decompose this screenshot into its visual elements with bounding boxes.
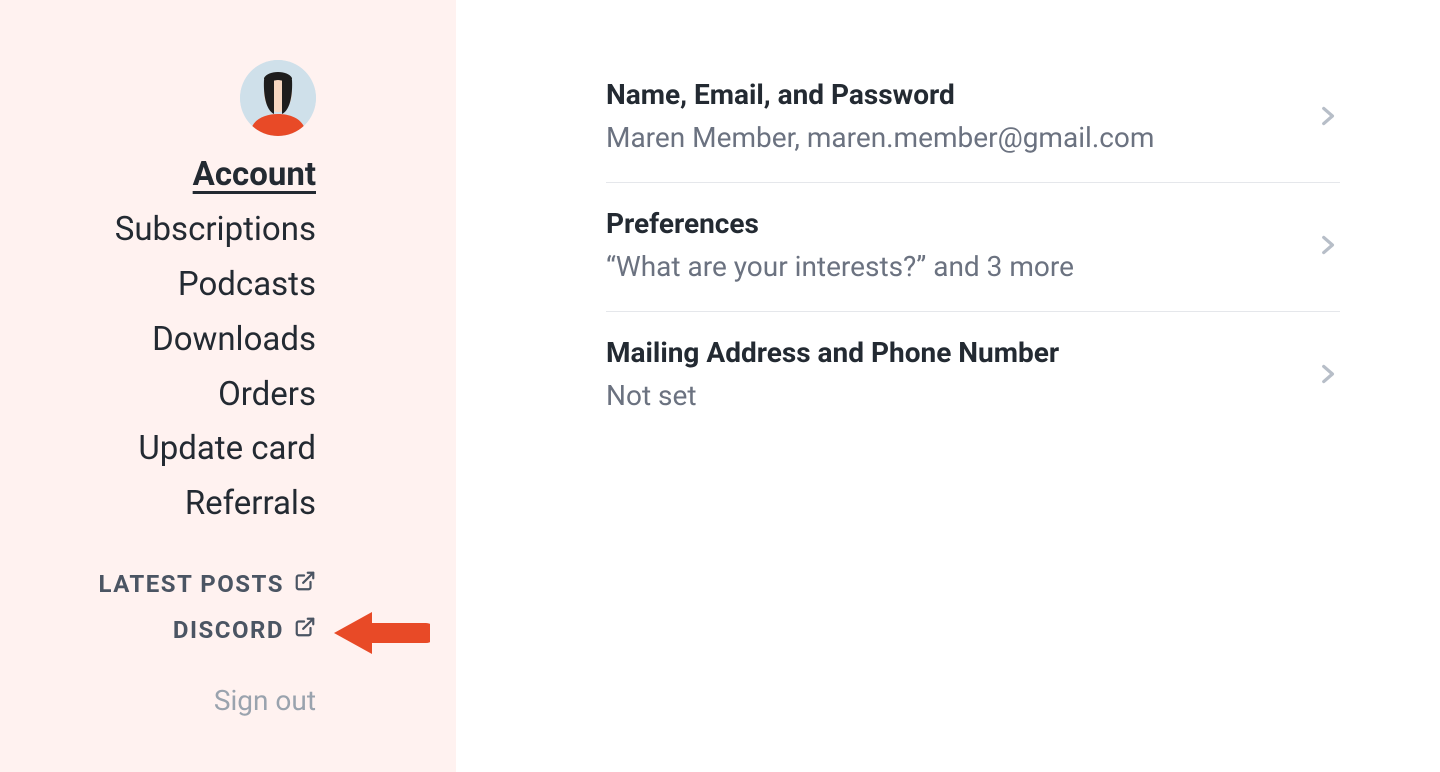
sidebar: Account Subscriptions Podcasts Downloads… <box>0 0 456 772</box>
settings-row-subtitle: Maren Member, maren.member@gmail.com <box>606 121 1154 154</box>
sign-out-link[interactable]: Sign out <box>0 684 316 717</box>
external-link-icon <box>294 616 316 644</box>
settings-row-title: Name, Email, and Password <box>606 78 1154 111</box>
settings-row-identity[interactable]: Name, Email, and Password Maren Member, … <box>606 78 1340 183</box>
chevron-right-icon <box>1314 232 1340 258</box>
avatar[interactable] <box>240 60 316 136</box>
settings-row-title: Mailing Address and Phone Number <box>606 336 1059 369</box>
external-link-discord[interactable]: DISCORD <box>173 616 316 644</box>
chevron-right-icon <box>1314 103 1340 129</box>
external-links: LATEST POSTS DISCORD <box>0 570 316 644</box>
settings-row-mailing[interactable]: Mailing Address and Phone Number Not set <box>606 312 1340 440</box>
sidebar-nav: Account Subscriptions Podcasts Downloads… <box>0 154 316 526</box>
settings-row-title: Preferences <box>606 207 1074 240</box>
settings-row-text: Preferences “What are your interests?” a… <box>606 207 1074 283</box>
sidebar-item-account[interactable]: Account <box>193 154 316 197</box>
settings-row-subtitle: Not set <box>606 379 1059 412</box>
arrow-callout-icon <box>330 608 430 658</box>
settings-row-text: Mailing Address and Phone Number Not set <box>606 336 1059 412</box>
sidebar-item-referrals[interactable]: Referrals <box>185 483 316 526</box>
sidebar-item-podcasts[interactable]: Podcasts <box>178 264 316 307</box>
external-link-label: LATEST POSTS <box>98 570 284 598</box>
external-link-label: DISCORD <box>173 616 284 644</box>
settings-row-preferences[interactable]: Preferences “What are your interests?” a… <box>606 183 1340 312</box>
sidebar-item-subscriptions[interactable]: Subscriptions <box>115 209 316 252</box>
external-link-latest-posts[interactable]: LATEST POSTS <box>98 570 316 598</box>
avatar-container <box>0 60 316 136</box>
sidebar-item-orders[interactable]: Orders <box>218 374 316 417</box>
sidebar-item-update-card[interactable]: Update card <box>138 428 316 471</box>
sidebar-item-downloads[interactable]: Downloads <box>152 319 316 362</box>
external-link-icon <box>294 570 316 598</box>
main-content: Name, Email, and Password Maren Member, … <box>456 0 1440 772</box>
chevron-right-icon <box>1314 361 1340 387</box>
settings-row-subtitle: “What are your interests?” and 3 more <box>606 250 1074 283</box>
settings-row-text: Name, Email, and Password Maren Member, … <box>606 78 1154 154</box>
